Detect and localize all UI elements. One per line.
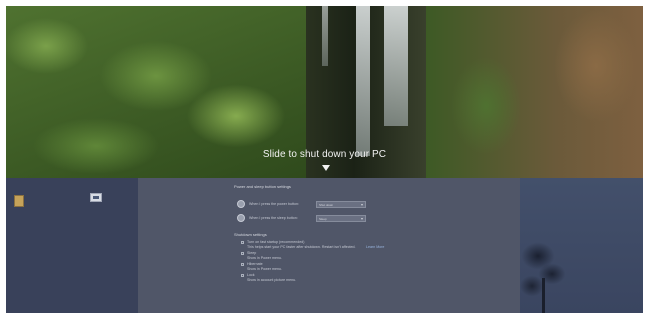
- chevron-down-icon: [361, 218, 363, 220]
- power-button-label: When I press the power button:: [249, 202, 299, 206]
- fast-startup-checkbox[interactable]: [241, 241, 244, 244]
- sleep-button-label: When I press the sleep button:: [249, 216, 298, 220]
- sleep-label: Sleep: [247, 251, 257, 255]
- background-waterfall: [322, 6, 328, 66]
- hibernate-checkbox[interactable]: [241, 263, 244, 266]
- sleep-checkbox[interactable]: [241, 252, 244, 255]
- sleep-button-value: Sleep: [319, 217, 327, 221]
- power-button-icon: [237, 200, 245, 208]
- power-options-panel: Power and sleep button settings When I p…: [138, 178, 520, 313]
- lock-desc: Show in account picture menu.: [247, 278, 297, 282]
- power-button-select[interactable]: Shut down: [316, 201, 366, 208]
- background-waterfall: [384, 6, 408, 126]
- fast-startup-label: Turn on fast startup (recommended): [247, 240, 305, 244]
- sleep-button-icon: [237, 214, 245, 222]
- shutdown-slider-curtain[interactable]: Slide to shut down your PC: [6, 6, 643, 178]
- power-button-value: Shut down: [319, 203, 334, 207]
- lock-checkbox[interactable]: [241, 274, 244, 277]
- background-waterfall: [356, 6, 370, 156]
- arrow-down-icon[interactable]: [322, 165, 330, 171]
- desktop-left-area: [6, 178, 138, 313]
- screen-frame: Slide to shut down your PC Power and sle…: [6, 6, 643, 313]
- sleep-button-select[interactable]: Sleep: [316, 215, 366, 222]
- window-icon[interactable]: [90, 193, 102, 202]
- hibernate-label: Hibernate: [247, 262, 263, 266]
- background-tree-silhouette: [520, 238, 570, 313]
- chevron-down-icon: [361, 204, 363, 206]
- slide-to-shutdown-text: Slide to shut down your PC: [262, 149, 387, 160]
- fast-startup-desc: This helps start your PC faster after sh…: [247, 245, 356, 249]
- shutdown-section-title: Shutdown settings: [234, 232, 267, 237]
- sleep-desc: Show in Power menu.: [247, 256, 282, 260]
- folder-icon[interactable]: [14, 195, 24, 207]
- hibernate-desc: Show in Power menu.: [247, 267, 282, 271]
- section-title: Power and sleep button settings: [234, 184, 291, 189]
- lock-label: Lock: [247, 273, 255, 277]
- learn-more-link[interactable]: Learn More: [366, 245, 384, 249]
